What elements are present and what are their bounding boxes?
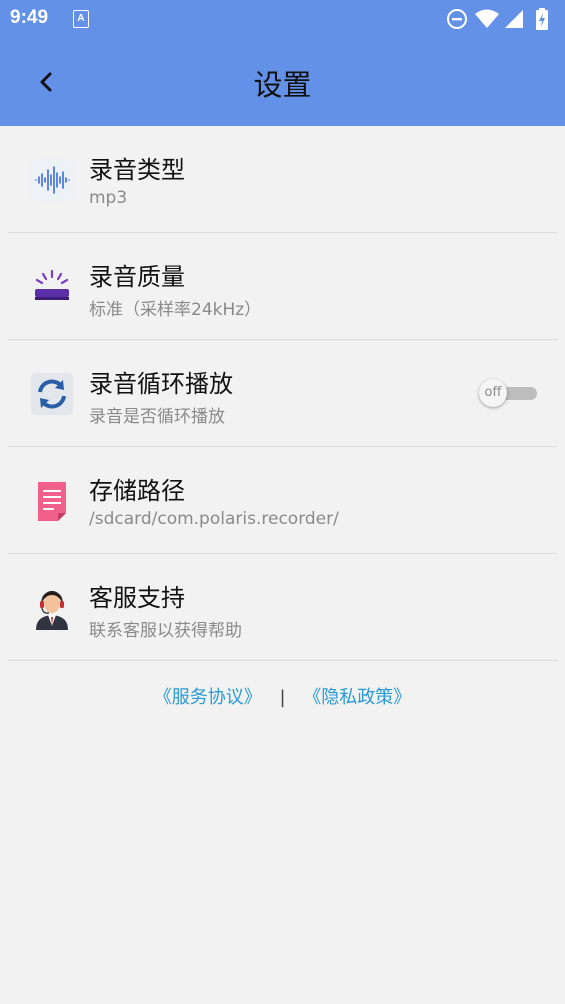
service-agreement-link[interactable]: 《服务协议》: [154, 687, 262, 708]
setting-value: /sdcard/com.polaris.recorder/: [89, 509, 339, 529]
setting-value: 标准（采样率24kHz）: [89, 300, 262, 320]
dnd-icon: [446, 8, 468, 34]
setting-label: 存储路径: [89, 477, 185, 505]
setting-label: 客服支持: [89, 584, 185, 612]
support-agent-icon: [30, 586, 74, 630]
setting-label: 录音质量: [89, 263, 185, 291]
toggle-knob: off: [479, 379, 507, 407]
waveform-icon: [30, 158, 74, 202]
link-separator: |: [279, 687, 286, 708]
document-icon: [30, 479, 74, 523]
status-time: 9:49: [10, 7, 49, 28]
setting-loop-playback: 录音循环播放 录音是否循环播放 off: [8, 340, 557, 447]
wifi-icon: [474, 8, 500, 34]
setting-value: 联系客服以获得帮助: [89, 621, 242, 641]
settings-list: 录音类型 mp3 录音质量 标准（采样率24kHz） 录音循环播放 录音是否循环…: [0, 126, 565, 661]
page-title: 设置: [253, 68, 312, 102]
status-bar: 9:49 A: [0, 0, 565, 38]
loop-icon: [30, 372, 74, 416]
setting-customer-support[interactable]: 客服支持 联系客服以获得帮助: [8, 554, 557, 661]
app-header: 设置: [0, 38, 565, 126]
battery-icon: [535, 8, 549, 34]
setting-storage-path[interactable]: 存储路径 /sdcard/com.polaris.recorder/: [8, 447, 557, 554]
setting-recording-type[interactable]: 录音类型 mp3: [8, 126, 557, 233]
agreement-links: 《服务协议》 | 《隐私政策》: [0, 683, 565, 709]
privacy-policy-link[interactable]: 《隐私政策》: [303, 687, 411, 708]
setting-value: mp3: [89, 188, 128, 208]
setting-value: 录音是否循环播放: [89, 407, 225, 427]
setting-recording-quality[interactable]: 录音质量 标准（采样率24kHz）: [8, 233, 557, 340]
setting-label: 录音循环播放: [89, 370, 233, 398]
setting-label: 录音类型: [89, 156, 185, 184]
quality-icon: [30, 265, 74, 309]
notification-icon: A: [73, 10, 89, 28]
signal-icon: [503, 8, 525, 34]
loop-toggle[interactable]: off: [479, 379, 539, 409]
